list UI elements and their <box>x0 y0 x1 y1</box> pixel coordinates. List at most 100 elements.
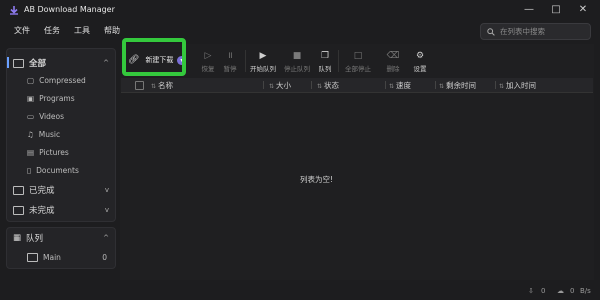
column-divider[interactable] <box>311 81 312 89</box>
column-speed[interactable]: ⇅ 速度 <box>389 80 411 91</box>
folder-icon <box>13 205 24 215</box>
start-queue-icon: ▶︎ <box>259 51 267 61</box>
sidebar-item-label: Videos <box>39 111 65 121</box>
delete-button[interactable]: ⌫ 删除 <box>378 51 408 73</box>
category-finished-label: 已完成 <box>29 186 55 196</box>
selection-indicator <box>7 57 9 68</box>
stop-all-label: 全部停止 <box>345 65 371 73</box>
sidebar-item-pictures[interactable]: ▤ Pictures <box>27 145 69 159</box>
stop-all-button[interactable]: □ 全部停止 <box>343 51 373 73</box>
compressed-icon: ▢ <box>27 75 35 85</box>
queue-icon: ❐ <box>320 51 330 61</box>
chevron-down-icon[interactable]: v <box>105 206 109 214</box>
sort-icon: ⇅ <box>499 83 505 90</box>
upload-speed-icon: ☁︎ <box>557 287 564 295</box>
menu-help[interactable]: 帮助 <box>104 22 120 40</box>
sidebar-item-label: Programs <box>39 93 75 103</box>
start-queue-button[interactable]: ▶︎ 开始队列 <box>248 51 278 73</box>
queue-count: 0 <box>102 253 107 262</box>
minimize-button[interactable]: — <box>517 2 541 18</box>
sidebar-item-label: Music <box>38 129 61 139</box>
queue-header-label: 队列 <box>26 234 44 244</box>
table-header: ⇅ 名称 ⇅ 大小 ⇅ 状态 ⇅ 速度 ⇅ 剩余时间 ⇅ 加入时间 <box>121 78 593 93</box>
menu-file[interactable]: 文件 <box>14 22 30 40</box>
stop-all-icon: □ <box>353 51 363 61</box>
queue-header[interactable]: ▦ 队列 <box>13 231 43 245</box>
pause-icon: ॥ <box>227 51 233 61</box>
highlight-box <box>122 38 186 76</box>
download-speed: 0 <box>541 287 546 295</box>
chevron-up-icon[interactable]: ^ <box>103 234 109 242</box>
stop-queue-button[interactable]: ■ 停止队列 <box>282 51 312 73</box>
sidebar-item-videos[interactable]: ▭ Videos <box>27 109 64 123</box>
resume-label: 恢复 <box>201 65 215 73</box>
sort-icon: ⇅ <box>151 83 157 90</box>
search-input[interactable] <box>500 27 580 36</box>
sort-icon: ⇅ <box>269 83 275 90</box>
column-status[interactable]: ⇅ 状态 <box>317 80 339 91</box>
queue-button[interactable]: ❐ 队列 <box>310 51 340 73</box>
toolbar-divider <box>245 50 246 72</box>
queue-item-main[interactable]: Main <box>27 250 61 264</box>
category-unfinished-label: 未完成 <box>29 206 55 216</box>
start-queue-label: 开始队列 <box>250 65 276 73</box>
music-icon: ♫ <box>27 129 34 139</box>
queue-item-label: Main <box>43 252 61 262</box>
category-panel: 全部 ^ ▢ Compressed ▣ Programs ▭ Videos ♫ … <box>6 48 116 222</box>
menu-tasks[interactable]: 任务 <box>44 22 60 40</box>
column-divider[interactable] <box>385 81 386 89</box>
documents-icon: ▯ <box>27 165 32 175</box>
trash-icon: ⌫ <box>386 51 400 61</box>
menu-tools[interactable]: 工具 <box>74 22 90 40</box>
sort-icon: ⇅ <box>317 83 323 90</box>
app-window: AB Download Manager — □ ✕ 文件 任务 工具 帮助 全部… <box>0 0 600 300</box>
sort-icon: ⇅ <box>389 83 395 90</box>
column-remaining-time[interactable]: ⇅ 剩余时间 <box>439 80 476 91</box>
sidebar-item-label: Compressed <box>39 75 86 85</box>
column-name[interactable]: ⇅ 名称 <box>151 80 173 91</box>
stop-queue-icon: ■ <box>292 51 302 61</box>
column-divider[interactable] <box>263 81 264 89</box>
programs-icon: ▣ <box>27 93 35 103</box>
column-added-time[interactable]: ⇅ 加入时间 <box>499 80 536 91</box>
toolbar-divider <box>338 50 339 72</box>
maximize-button[interactable]: □ <box>544 2 568 18</box>
select-all-checkbox[interactable] <box>135 81 144 90</box>
category-all-label: 全部 <box>29 59 47 69</box>
pause-label: 暂停 <box>223 65 237 73</box>
sidebar-item-documents[interactable]: ▯ Documents <box>27 163 79 177</box>
app-logo-icon <box>10 6 18 15</box>
settings-label: 设置 <box>413 65 427 73</box>
category-unfinished[interactable]: 未完成 <box>13 203 55 217</box>
category-finished[interactable]: 已完成 <box>13 183 55 197</box>
folder-icon <box>27 252 38 262</box>
app-title: AB Download Manager <box>24 5 115 14</box>
settings-button[interactable]: ⚙︎ 设置 <box>405 51 435 73</box>
sidebar-item-music[interactable]: ♫ Music <box>27 127 60 141</box>
close-button[interactable]: ✕ <box>571 2 595 18</box>
column-divider[interactable] <box>495 81 496 89</box>
queue-icon: ▦ <box>13 233 22 243</box>
delete-label: 删除 <box>386 65 400 73</box>
title-bar: AB Download Manager — □ ✕ <box>0 0 600 20</box>
chevron-up-icon[interactable]: ^ <box>103 59 109 67</box>
chevron-down-icon[interactable]: v <box>105 186 109 194</box>
column-divider[interactable] <box>435 81 436 89</box>
sidebar-item-label: Pictures <box>39 147 69 157</box>
sidebar-item-compressed[interactable]: ▢ Compressed <box>27 73 86 87</box>
upload-unit: B/s <box>580 287 591 295</box>
category-all[interactable]: 全部 <box>13 56 46 70</box>
pause-button[interactable]: ॥ 暂停 <box>215 51 245 73</box>
empty-list-message: 列表为空! <box>300 175 334 184</box>
column-size[interactable]: ⇅ 大小 <box>269 80 291 91</box>
queue-panel: ▦ 队列 ^ Main 0 <box>6 227 116 269</box>
pictures-icon: ▤ <box>27 147 35 157</box>
search-icon <box>487 27 495 36</box>
sidebar-item-programs[interactable]: ▣ Programs <box>27 91 75 105</box>
sidebar-item-label: Documents <box>36 165 79 175</box>
gear-icon: ⚙︎ <box>415 51 425 61</box>
folder-icon <box>13 185 24 195</box>
stop-queue-label: 停止队列 <box>284 65 310 73</box>
search-box[interactable] <box>480 23 591 40</box>
download-speed-icon: ⇩ <box>528 287 534 295</box>
